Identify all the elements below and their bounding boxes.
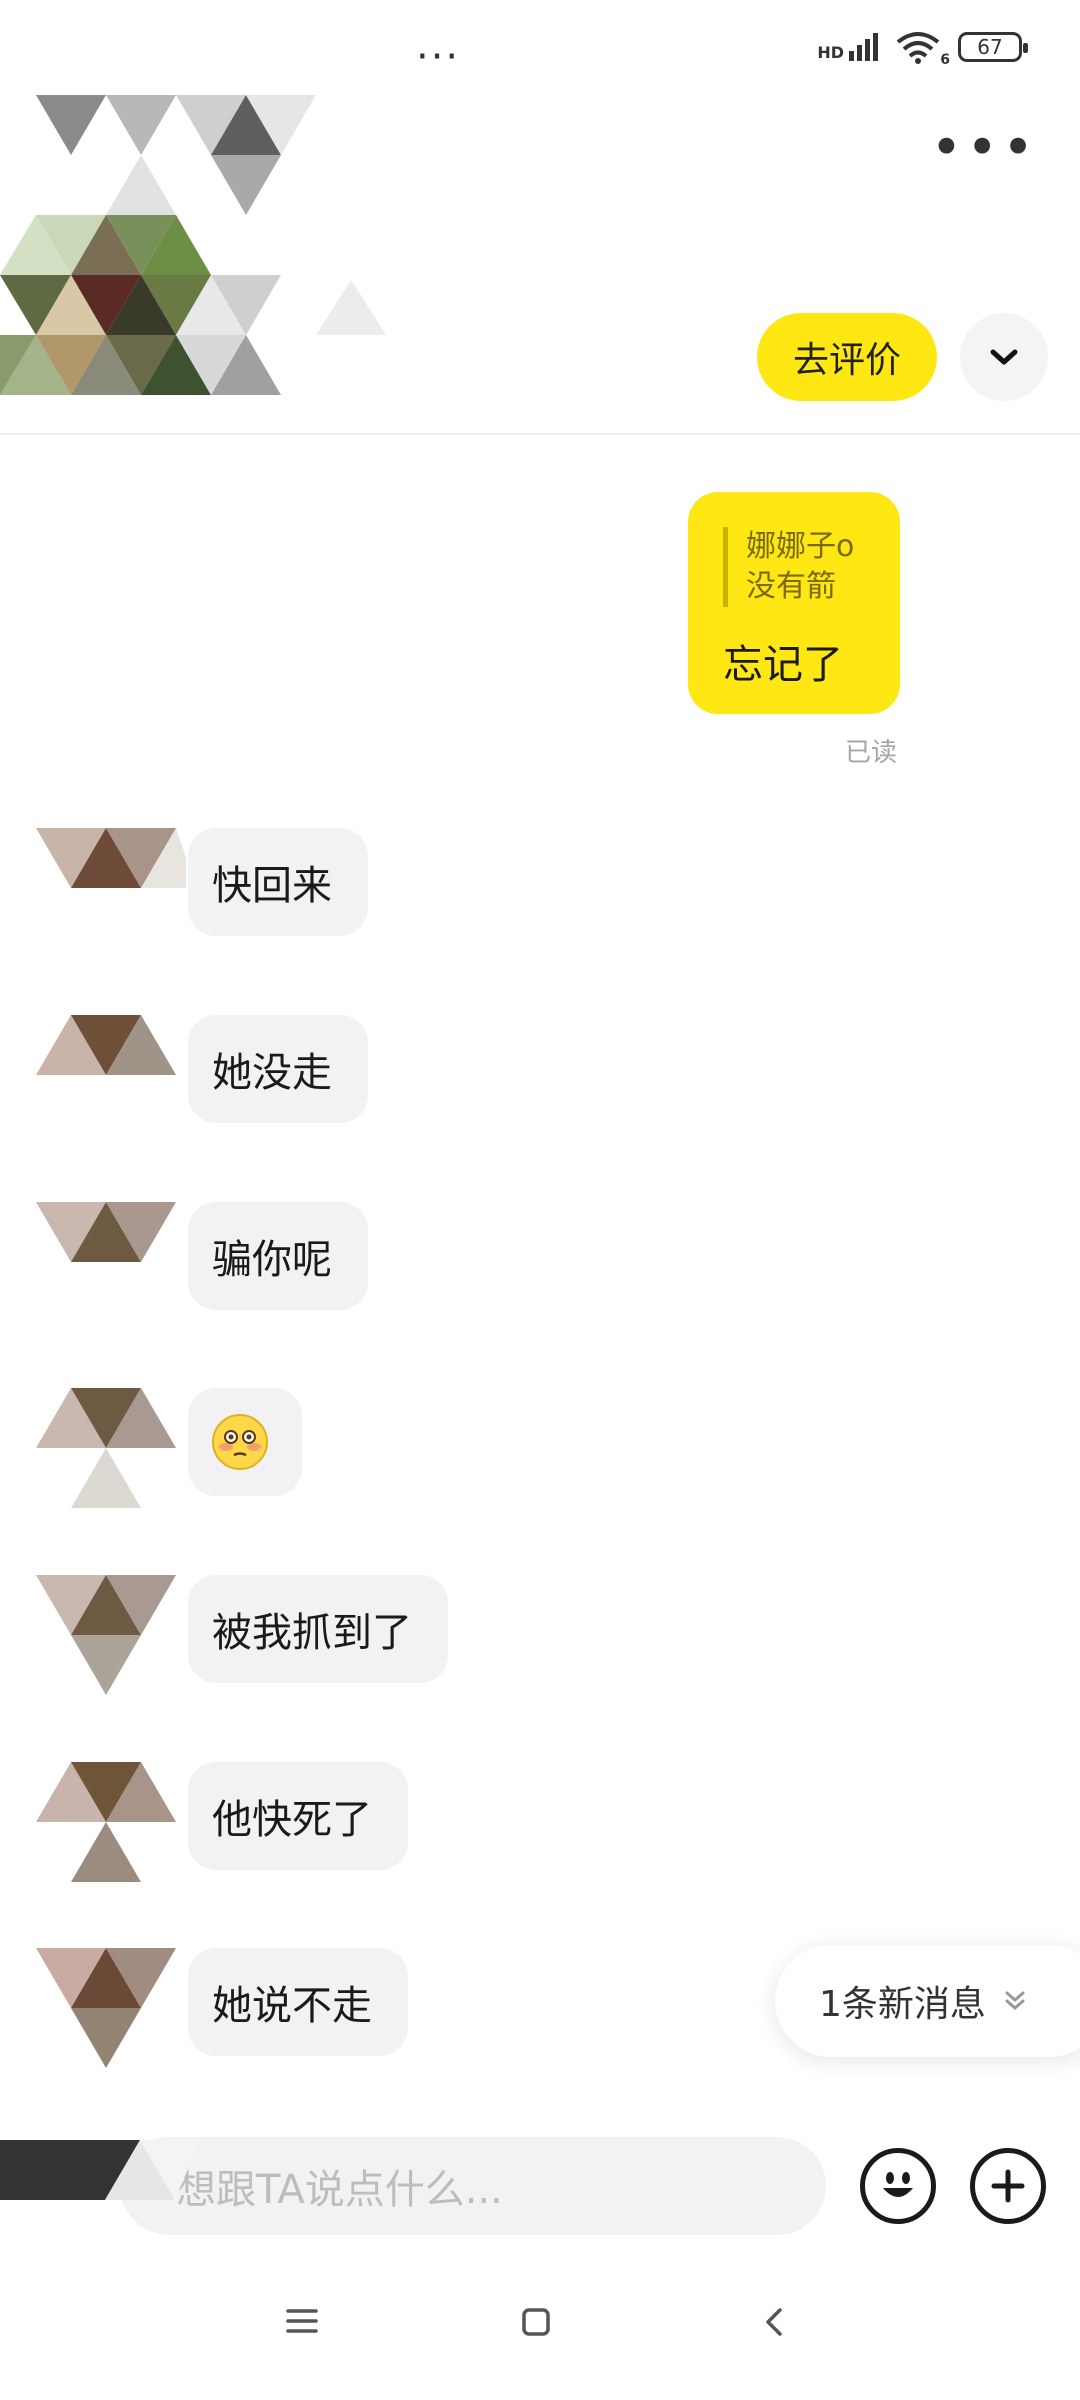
avatar[interactable] — [36, 1762, 186, 1892]
more-actions-button[interactable] — [970, 2148, 1046, 2224]
quoted-reply: 娜娜子o 没有箭 — [723, 527, 854, 607]
input-avatar-mosaic — [0, 2140, 200, 2200]
battery-icon: 67 — [958, 32, 1028, 62]
message-input-placeholder: 想跟TA说点什么... — [176, 2167, 503, 2213]
message-text: 她没走 — [212, 1050, 332, 1096]
new-message-label: 1条新消息 — [819, 1984, 986, 2025]
collapse-button[interactable] — [960, 313, 1048, 401]
sent-message-bubble[interactable]: 娜娜子o 没有箭 忘记了 — [688, 492, 900, 714]
emoji-button[interactable] — [860, 2148, 936, 2224]
avatar[interactable] — [36, 828, 186, 958]
avatar[interactable] — [36, 1015, 186, 1145]
new-message-button[interactable]: 1条新消息 — [775, 1945, 1080, 2057]
network-type-label: HD — [817, 43, 844, 62]
message-bubble[interactable]: 骗你呢 — [188, 1202, 368, 1310]
avatar[interactable] — [36, 1575, 186, 1705]
home-icon[interactable] — [520, 2306, 552, 2338]
smiley-icon — [883, 2172, 913, 2197]
double-chevron-down-icon — [1005, 1991, 1025, 2010]
menu-icon[interactable] — [285, 2306, 319, 2336]
message-bubble[interactable] — [188, 1388, 302, 1496]
quote-line: 娜娜子o — [746, 529, 855, 564]
message-bubble[interactable]: 被我抓到了 — [188, 1575, 448, 1683]
chevron-down-icon — [990, 349, 1018, 365]
message-bubble[interactable]: 她没走 — [188, 1015, 368, 1123]
message-text: 她说不走 — [212, 1983, 372, 2029]
status-bar-right: HD 6 67 — [817, 30, 1028, 68]
message-text: 他快死了 — [212, 1797, 372, 1843]
back-icon[interactable] — [760, 2306, 788, 2338]
status-bar-dots: ··· — [416, 34, 461, 80]
message-bubble[interactable]: 快回来 — [188, 828, 368, 936]
signal-icon: HD — [817, 33, 878, 61]
avatar[interactable] — [36, 1388, 186, 1518]
wifi-badge: 6 — [940, 52, 950, 68]
battery-level: 67 — [977, 35, 1003, 59]
message-bubble[interactable]: 她说不走 — [188, 1948, 408, 2056]
message-text: 被我抓到了 — [212, 1610, 412, 1656]
message-input[interactable]: 想跟TA说点什么... — [120, 2137, 826, 2235]
header-divider — [0, 433, 1080, 435]
plus-icon — [991, 2169, 1025, 2203]
avatar[interactable] — [36, 1202, 186, 1332]
message-text: 快回来 — [212, 863, 332, 909]
message-bubble[interactable]: 他快死了 — [188, 1762, 408, 1870]
sent-message-text: 忘记了 — [723, 642, 843, 688]
wifi-icon: 6 — [896, 30, 950, 68]
message-text: 骗你呢 — [212, 1237, 332, 1283]
more-options-button[interactable]: ••• — [930, 121, 1038, 175]
review-button[interactable]: 去评价 — [757, 313, 937, 401]
obscured-profile-mosaic — [0, 95, 386, 395]
quote-line: 没有箭 — [746, 569, 836, 604]
flushed-face-emoji — [212, 1414, 268, 1470]
read-status: 已读 — [845, 738, 898, 768]
avatar[interactable] — [36, 1948, 186, 2078]
